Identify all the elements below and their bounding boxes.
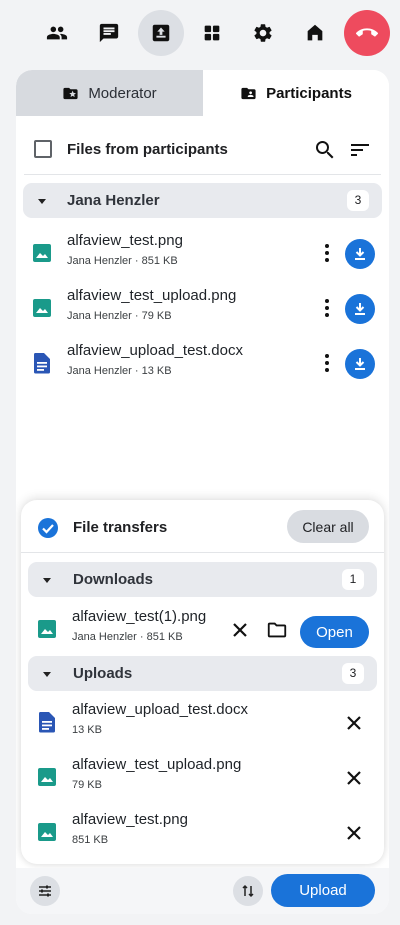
files-header: Files from participants	[16, 130, 389, 170]
gear-icon	[254, 24, 272, 42]
file-name: alfaview_test(1).png	[72, 608, 207, 625]
download-icon	[355, 248, 365, 260]
file-name: alfaview_upload_test.docx	[72, 701, 248, 718]
select-all-checkbox[interactable]	[34, 140, 52, 158]
clear-all-button[interactable]: Clear all	[287, 510, 369, 543]
files-title: Files from participants	[67, 141, 228, 158]
open-button[interactable]: Open	[300, 616, 369, 648]
uploads-group-row[interactable]: Uploads 3	[28, 656, 377, 691]
folder-person-icon	[241, 87, 256, 99]
close-icon[interactable]	[345, 824, 363, 842]
swap-order-button[interactable]	[233, 876, 263, 906]
file-name: alfaview_upload_test.docx	[67, 342, 243, 359]
caret-down-icon	[38, 199, 46, 204]
file-upload-icon	[152, 24, 170, 42]
count-badge: 3	[347, 190, 369, 211]
apps-button[interactable]	[189, 10, 235, 56]
check-circle-icon	[38, 518, 58, 538]
image-file-icon	[38, 620, 56, 638]
tune-icon	[39, 885, 51, 897]
image-file-icon	[33, 244, 51, 262]
file-meta: Jana Henzler · 79 KB	[67, 310, 172, 322]
close-icon[interactable]	[231, 621, 249, 639]
download-row[interactable]: alfaview_test(1).png Jana Henzler · 851 …	[21, 606, 384, 654]
image-file-icon	[38, 823, 56, 841]
people-icon	[46, 26, 68, 40]
file-meta: Jana Henzler · 851 KB	[72, 631, 183, 643]
file-transfers-title: File transfers	[73, 519, 168, 536]
uploads-count-badge: 3	[342, 663, 364, 684]
apps-icon	[204, 25, 220, 41]
download-icon	[355, 303, 365, 315]
more-vert-icon[interactable]	[320, 352, 334, 374]
tab-bar: Moderator Participants	[16, 70, 389, 116]
file-meta: 851 KB	[72, 834, 109, 846]
file-meta: 13 KB	[72, 724, 102, 736]
home-icon	[307, 24, 323, 41]
close-icon[interactable]	[345, 714, 363, 732]
file-name: alfaview_test_upload.png	[67, 287, 237, 304]
home-button[interactable]	[292, 10, 338, 56]
file-name: alfaview_test.png	[67, 232, 183, 249]
group-row-participant[interactable]: Jana Henzler 3	[23, 183, 382, 218]
chat-button[interactable]	[86, 10, 132, 56]
filter-button[interactable]	[30, 876, 60, 906]
file-transfer-button[interactable]	[138, 10, 184, 56]
bottom-bar: Upload	[16, 868, 389, 914]
file-meta: Jana Henzler · 13 KB	[67, 365, 172, 377]
folder-star-icon	[63, 87, 78, 99]
search-icon[interactable]	[313, 138, 337, 162]
divider	[21, 552, 384, 553]
more-vert-icon[interactable]	[320, 297, 334, 319]
tab-moderator[interactable]: Moderator	[16, 70, 203, 116]
participants-button[interactable]	[34, 10, 80, 56]
image-file-icon	[33, 299, 51, 317]
chat-icon	[99, 23, 119, 43]
tab-participants[interactable]: Participants	[203, 70, 389, 116]
uploads-label: Uploads	[73, 665, 133, 682]
file-transfers-card: File transfers Clear all Downloads 1 alf…	[21, 500, 384, 864]
tab-participants-label: Participants	[266, 84, 352, 102]
more-vert-icon[interactable]	[320, 242, 334, 264]
downloads-group-row[interactable]: Downloads 1	[28, 562, 377, 597]
file-row[interactable]: alfaview_upload_test.docx Jana Henzler ·…	[16, 340, 389, 388]
document-file-icon	[33, 353, 50, 374]
tab-moderator-label: Moderator	[88, 84, 157, 102]
upload-row[interactable]: alfaview_test_upload.png 79 KB	[21, 754, 384, 802]
group-name: Jana Henzler	[67, 192, 160, 209]
caret-down-icon	[43, 578, 51, 583]
file-row[interactable]: alfaview_test.png Jana Henzler · 851 KB	[16, 230, 389, 278]
download-button[interactable]	[345, 349, 375, 379]
upload-row[interactable]: alfaview_test.png 851 KB	[21, 809, 384, 857]
toolbar	[0, 10, 400, 56]
close-icon[interactable]	[345, 769, 363, 787]
file-meta: Jana Henzler · 851 KB	[67, 255, 178, 267]
upload-row[interactable]: alfaview_upload_test.docx 13 KB	[21, 699, 384, 747]
downloads-label: Downloads	[73, 571, 154, 588]
file-row[interactable]: alfaview_test_upload.png Jana Henzler · …	[16, 285, 389, 333]
file-name: alfaview_test.png	[72, 811, 188, 828]
swap-vert-icon	[242, 884, 254, 898]
download-icon	[355, 358, 365, 370]
document-file-icon	[38, 712, 55, 733]
sort-icon[interactable]	[348, 138, 372, 162]
download-button[interactable]	[345, 239, 375, 269]
caret-down-icon	[43, 672, 51, 677]
file-panel: Moderator Participants Files from partic…	[16, 70, 389, 914]
settings-button[interactable]	[240, 10, 286, 56]
file-meta: 79 KB	[72, 779, 102, 791]
download-button[interactable]	[345, 294, 375, 324]
upload-button[interactable]: Upload	[271, 874, 375, 907]
hangup-button[interactable]	[344, 10, 390, 56]
image-file-icon	[38, 768, 56, 786]
file-name: alfaview_test_upload.png	[72, 756, 242, 773]
divider	[24, 174, 381, 175]
hangup-icon	[356, 28, 378, 37]
folder-icon[interactable]	[266, 619, 288, 641]
downloads-count-badge: 1	[342, 569, 364, 590]
